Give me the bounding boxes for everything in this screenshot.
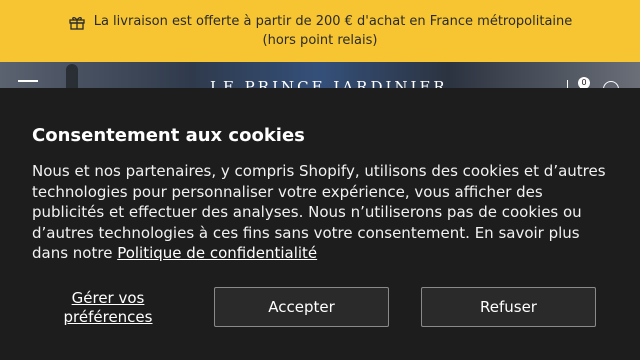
cookie-description: Nous et nos partenaires, y compris Shopi… — [32, 161, 614, 264]
refuse-button[interactable]: Refuser — [421, 287, 596, 327]
gift-icon — [68, 13, 86, 31]
search-icon[interactable] — [603, 81, 619, 88]
privacy-policy-link[interactable]: Politique de confidentialité — [117, 244, 317, 262]
cart-count-badge: 0 — [578, 77, 590, 88]
manage-preferences-link[interactable]: Gérer vos préférences — [32, 289, 184, 327]
site-header: LE PRINCE JARDINIER 0 — [0, 62, 640, 88]
accept-button[interactable]: Accepter — [214, 287, 389, 327]
menu-icon[interactable] — [18, 80, 38, 82]
cookie-consent-banner: Consentement aux cookies Nous et nos par… — [0, 88, 640, 360]
hero-image — [66, 64, 78, 88]
promo-subtext: (hors point relais) — [262, 33, 378, 48]
site-logo[interactable]: LE PRINCE JARDINIER — [210, 78, 448, 88]
promo-banner: La livraison est offerte à partir de 200… — [0, 0, 640, 62]
promo-text: La livraison est offerte à partir de 200… — [93, 14, 573, 29]
promo-line: La livraison est offerte à partir de 200… — [68, 12, 573, 31]
cookie-title: Consentement aux cookies — [32, 125, 305, 146]
